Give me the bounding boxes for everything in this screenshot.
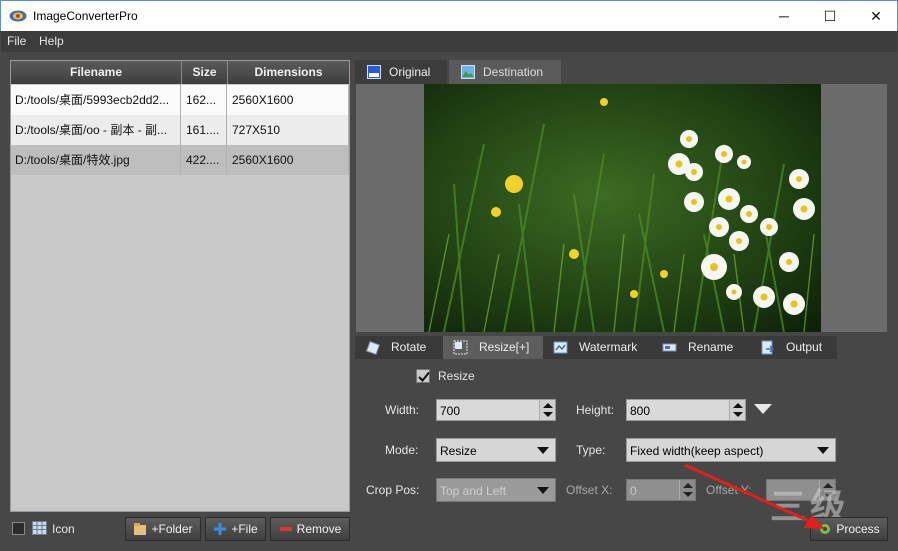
title-bar: ImageConverterPro ─ ☐ ✕: [0, 0, 898, 31]
dropdown-arrow-icon: [817, 447, 829, 454]
file-table-header: Filename Size Dimensions: [11, 61, 349, 84]
tab-resize[interactable]: Resize[+]: [443, 336, 543, 359]
settings-tabs: Rotate Resize[+] Watermark Rename Output: [355, 336, 837, 359]
resize-enable-label: Resize: [438, 369, 475, 383]
icon-view-checkbox[interactable]: [12, 522, 25, 535]
tab-destination-label: Destination: [483, 65, 544, 79]
menu-help[interactable]: Help: [39, 34, 64, 48]
tab-watermark-label: Watermark: [579, 340, 638, 354]
checkmark-icon: [418, 371, 430, 382]
height-label: Height:: [576, 403, 615, 417]
cell-size: 161....: [182, 115, 227, 145]
app-logo-icon: [9, 10, 27, 22]
watermark-icon: [553, 341, 568, 354]
plus-icon: [214, 523, 227, 535]
maximize-icon: ☐: [823, 7, 837, 24]
dropdown-arrow-icon: [537, 487, 549, 494]
cell-size: 162...: [182, 85, 227, 115]
offset-x-label: Offset X:: [566, 483, 613, 497]
tab-rotate[interactable]: Rotate: [355, 336, 443, 359]
cell-filename: D:/tools/桌面/oo - 副本 - 副...: [11, 115, 181, 145]
add-folder-button[interactable]: +Folder: [125, 517, 201, 541]
crop-pos-select[interactable]: Top and Left: [436, 478, 556, 502]
rename-icon: [662, 343, 677, 352]
tab-rename[interactable]: Rename: [652, 336, 750, 359]
cell-dimensions: 2560X1600: [228, 85, 349, 115]
type-label: Type:: [576, 443, 606, 457]
column-header-filename[interactable]: Filename: [11, 61, 182, 84]
resize-icon: [453, 340, 468, 355]
cell-dimensions: 2560X1600: [228, 145, 349, 175]
maximize-button[interactable]: ☐: [807, 1, 853, 31]
spin-arrows-icon: [543, 403, 553, 417]
table-row[interactable]: D:/tools/桌面/特效.jpg 422.... 2560X1600: [11, 145, 349, 175]
preview-image: [424, 84, 821, 332]
width-label: Width:: [385, 403, 420, 417]
add-file-label: +File: [231, 522, 258, 536]
remove-button[interactable]: Remove: [270, 517, 350, 541]
menu-file[interactable]: File: [7, 34, 26, 48]
landscape-icon: [461, 65, 475, 79]
daisy-photo: [424, 84, 821, 332]
height-value: 800: [630, 404, 651, 418]
output-icon: [761, 340, 775, 355]
add-folder-label: +Folder: [151, 522, 193, 536]
close-icon: ✕: [870, 7, 882, 24]
cell-size: 422....: [182, 145, 227, 175]
remove-label: Remove: [296, 522, 342, 536]
window-title: ImageConverterPro: [33, 9, 138, 23]
column-header-dimensions[interactable]: Dimensions: [228, 61, 349, 84]
tab-output[interactable]: Output: [750, 336, 837, 359]
tab-original-label: Original: [389, 65, 431, 79]
tab-watermark[interactable]: Watermark: [543, 336, 649, 359]
tab-destination[interactable]: Destination: [449, 60, 561, 84]
chevron-down-icon[interactable]: [754, 404, 772, 414]
rotate-icon: [365, 340, 380, 355]
tab-rename-label: Rename: [688, 340, 734, 354]
image-icon: [367, 65, 381, 79]
width-stepper-arrows[interactable]: [539, 400, 555, 420]
minimize-button[interactable]: ─: [761, 1, 807, 31]
icon-view-label: Icon: [52, 522, 75, 536]
tab-resize-label: Resize[+]: [479, 340, 530, 354]
width-stepper[interactable]: 700: [436, 399, 556, 421]
close-button[interactable]: ✕: [853, 1, 898, 31]
minimize-icon: ─: [779, 8, 789, 24]
width-value: 700: [440, 404, 461, 418]
offset-x-value: 0: [630, 484, 637, 498]
crop-pos-value: Top and Left: [440, 484, 507, 498]
mode-label: Mode:: [385, 443, 419, 457]
add-file-button[interactable]: +File: [205, 517, 266, 541]
cell-filename: D:/tools/桌面/5993ecb2dd2...: [11, 85, 181, 115]
table-row[interactable]: D:/tools/桌面/5993ecb2dd2... 162... 2560X1…: [11, 85, 349, 115]
mode-select[interactable]: Resize: [436, 438, 556, 462]
dropdown-arrow-icon: [537, 447, 549, 454]
crop-pos-label: Crop Pos:: [366, 483, 420, 497]
resize-enable-checkbox[interactable]: [416, 369, 430, 383]
cell-dimensions: 727X510: [228, 115, 349, 145]
cell-filename: D:/tools/桌面/特效.jpg: [11, 145, 181, 175]
height-stepper-arrows[interactable]: [729, 400, 745, 420]
height-stepper[interactable]: 800: [626, 399, 746, 421]
spin-arrows-icon: [733, 403, 743, 417]
minus-icon: [279, 527, 292, 531]
process-label: Process: [836, 522, 880, 536]
file-list-panel: Filename Size Dimensions D:/tools/桌面/599…: [10, 60, 350, 512]
type-select[interactable]: Fixed width(keep aspect): [626, 438, 836, 462]
annotation-arrow: [684, 463, 825, 529]
tab-original[interactable]: Original: [355, 60, 447, 84]
folder-icon: [134, 523, 147, 535]
tab-output-label: Output: [786, 340, 823, 354]
type-value: Fixed width(keep aspect): [630, 444, 764, 458]
mode-value: Resize: [440, 444, 477, 458]
menu-bar: File Help: [1, 31, 897, 52]
column-header-size[interactable]: Size: [182, 61, 228, 84]
tab-rotate-label: Rotate: [391, 340, 427, 354]
table-row[interactable]: D:/tools/桌面/oo - 副本 - 副... 161.... 727X5…: [11, 115, 349, 145]
grid-icon: [32, 521, 47, 535]
